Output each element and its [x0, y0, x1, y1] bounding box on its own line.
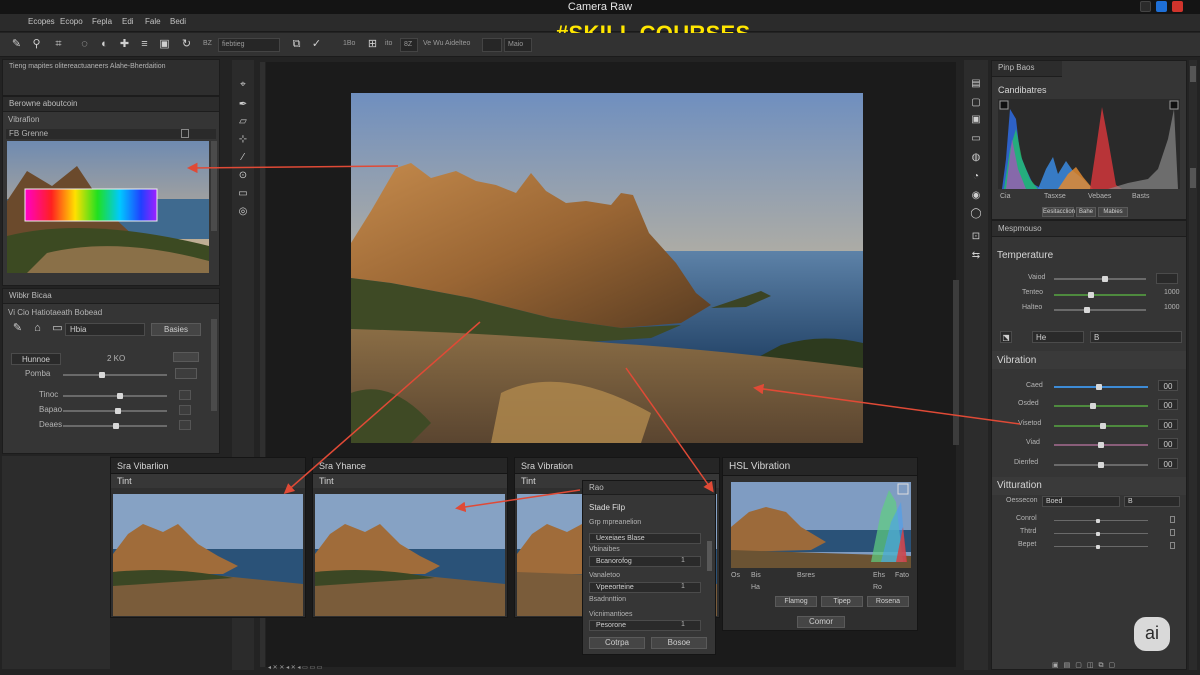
annotation-arrows — [187, 162, 1021, 513]
arrow — [455, 489, 581, 513]
arrow — [283, 321, 481, 494]
arrow — [625, 367, 714, 493]
ai-logo: ai — [1134, 617, 1170, 651]
arrow — [187, 162, 399, 174]
arrow — [753, 383, 1021, 425]
